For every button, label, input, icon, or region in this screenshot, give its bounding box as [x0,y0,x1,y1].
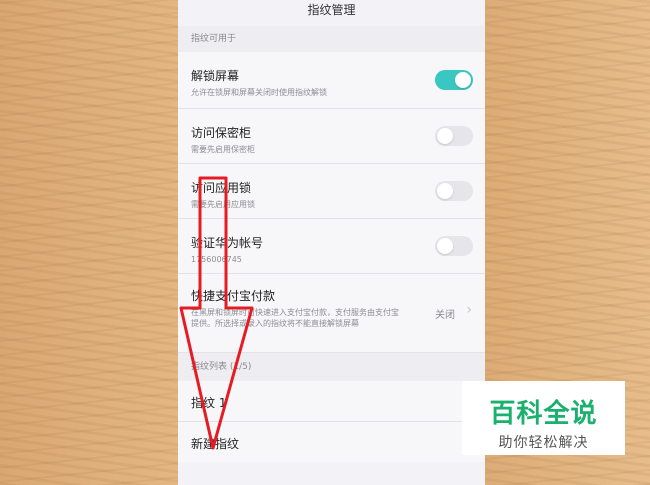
brand-title: 百科全说 [489,399,598,429]
new-fingerprint-label: 新建指纹 [191,437,240,451]
brand-watermark: 百科全说 助你轻松解决 [462,381,625,455]
safe-box-toggle[interactable] [435,126,473,146]
row-app-lock[interactable]: 访问应用锁 需要先启用应用锁 [178,164,485,219]
row-subtitle: 1756006745 [191,255,242,264]
new-fingerprint-button[interactable]: 新建指纹 [178,422,485,462]
row-subtitle: 在黑屏和锁屏时可快速进入支付宝付款，支付服务由支付宝提供。所选择或录入的指纹将不… [191,308,399,328]
row-subtitle: 需要先启用保密柜 [191,145,255,154]
section-header-usage: 指纹可用于 [178,26,485,52]
row-safe-box[interactable]: 访问保密柜 需要先启用保密柜 [178,109,485,164]
row-subtitle: 需要先启用应用锁 [191,200,255,209]
row-title: 快捷支付宝付款 [191,289,276,303]
fingerprint-item-label: 指纹 1 [191,396,227,410]
row-unlock-screen[interactable]: 解锁屏幕 允许在锁屏和屏幕关闭时使用指纹解锁 [178,52,485,109]
brand-subtitle: 助你轻松解决 [498,435,589,451]
page-title: 指纹管理 [178,0,485,26]
alipay-status-value: 关闭 [435,310,455,321]
phone-screen: 指纹管理 指纹可用于 解锁屏幕 允许在锁屏和屏幕关闭时使用指纹解锁 访问保密柜 … [178,0,485,485]
unlock-screen-toggle[interactable] [435,70,473,90]
section-header-list: 指纹列表 (1/5) [178,353,485,381]
row-alipay[interactable]: 快捷支付宝付款 在黑屏和锁屏时可快速进入支付宝付款，支付服务由支付宝提供。所选择… [178,274,485,353]
row-huawei-account[interactable]: 验证华为帐号 1756006745 [178,219,485,274]
app-lock-toggle[interactable] [435,181,473,201]
chevron-right-icon: › [466,302,472,318]
fingerprint-item-1[interactable]: 指纹 1 [178,381,485,422]
huawei-account-toggle[interactable] [435,236,473,256]
